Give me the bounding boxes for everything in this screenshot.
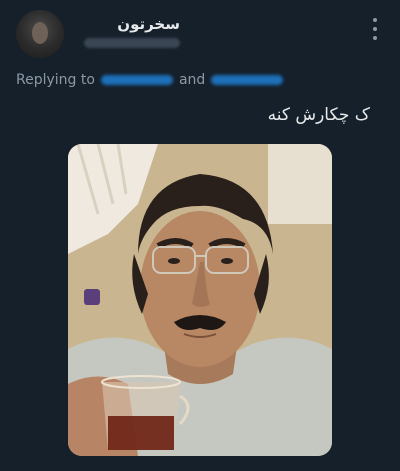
replying-to-and: and [178,72,206,88]
tweet-text: ک چکارش کنه [267,105,370,125]
author-block: سخرتون [84,14,180,48]
tweet-photo[interactable] [68,144,332,456]
avatar-face [32,22,48,44]
photo-illustration [68,144,332,456]
display-name[interactable]: سخرتون [84,14,180,34]
replying-to-label: Replying to [16,72,95,88]
mention-link-1[interactable] [100,75,173,85]
replying-to-line: Replying to and [16,72,284,88]
avatar[interactable] [16,10,64,58]
tweet: سخرتون Replying to and ک چکارش کنه [0,0,400,471]
handle-redacted [84,38,180,48]
more-vertical-icon[interactable] [372,18,378,40]
mention-link-2[interactable] [211,75,284,85]
